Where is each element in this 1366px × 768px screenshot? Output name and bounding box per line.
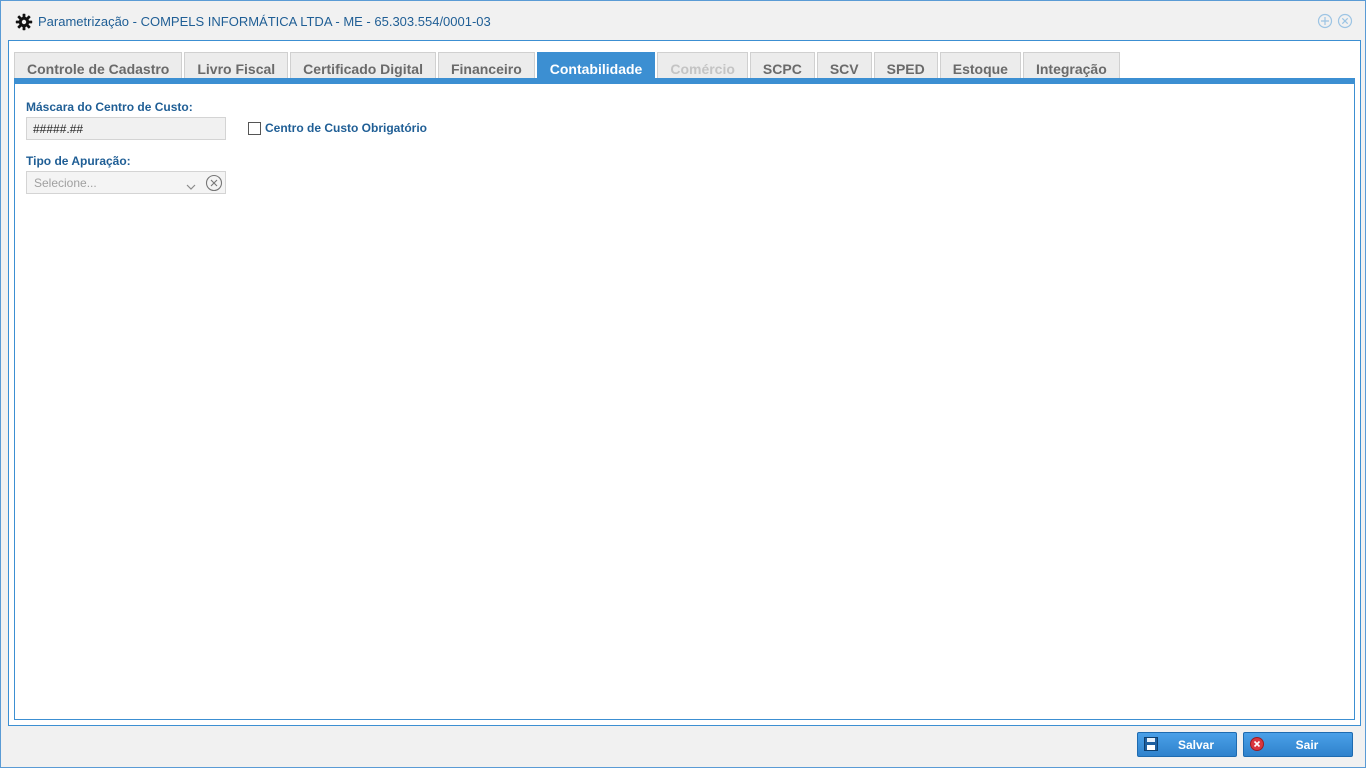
exit-button[interactable]: Sair [1243,732,1353,757]
title-bar: Parametrização - COMPELS INFORMÁTICA LTD… [1,1,1365,41]
required-cost-center-checkbox[interactable] [248,122,261,135]
cost-center-mask-input[interactable] [26,117,226,140]
save-button[interactable]: Salvar [1137,732,1237,757]
required-cost-center-label[interactable]: Centro de Custo Obrigatório [265,121,427,135]
mask-label: Máscara do Centro de Custo: [26,100,193,114]
clear-icon[interactable] [205,174,223,197]
apuracao-select[interactable]: Selecione... [26,171,226,194]
apuracao-label: Tipo de Apuração: [26,154,131,168]
parametrizacao-window: Parametrização - COMPELS INFORMÁTICA LTD… [0,0,1366,768]
window-controls [1317,13,1353,29]
save-label: Salvar [1177,738,1215,752]
tab-panel: Controle de Cadastro Livro Fiscal Certif… [8,40,1361,726]
apuracao-placeholder: Selecione... [34,176,97,190]
window-title: Parametrização - COMPELS INFORMÁTICA LTD… [38,14,491,29]
chevron-down-icon[interactable] [186,178,196,196]
exit-label: Sair [1295,738,1319,752]
contabilidade-content: Máscara do Centro de Custo: Centro de Cu… [14,84,1355,720]
close-icon[interactable] [1337,13,1353,29]
maximize-icon[interactable] [1317,13,1333,29]
gear-icon [15,13,33,31]
